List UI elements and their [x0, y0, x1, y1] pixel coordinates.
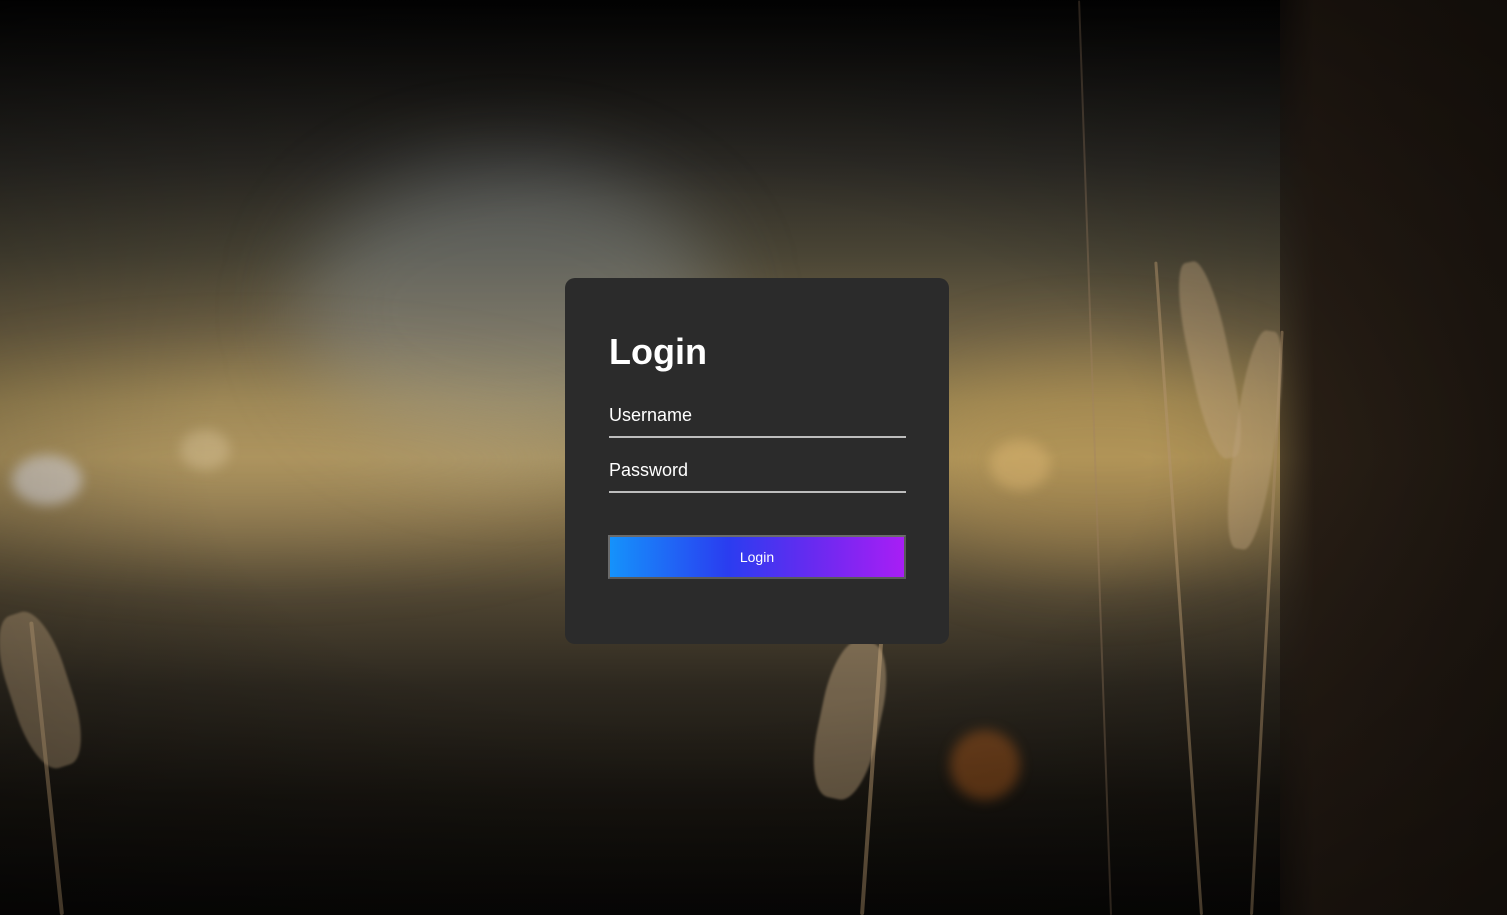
login-title: Login	[609, 331, 707, 372]
username-field: Username	[609, 402, 906, 438]
username-input[interactable]	[609, 402, 906, 432]
login-card: Login Username Password Login	[565, 278, 949, 644]
password-input[interactable]	[609, 457, 906, 487]
password-field: Password	[609, 457, 906, 493]
login-button[interactable]: Login	[608, 535, 906, 579]
